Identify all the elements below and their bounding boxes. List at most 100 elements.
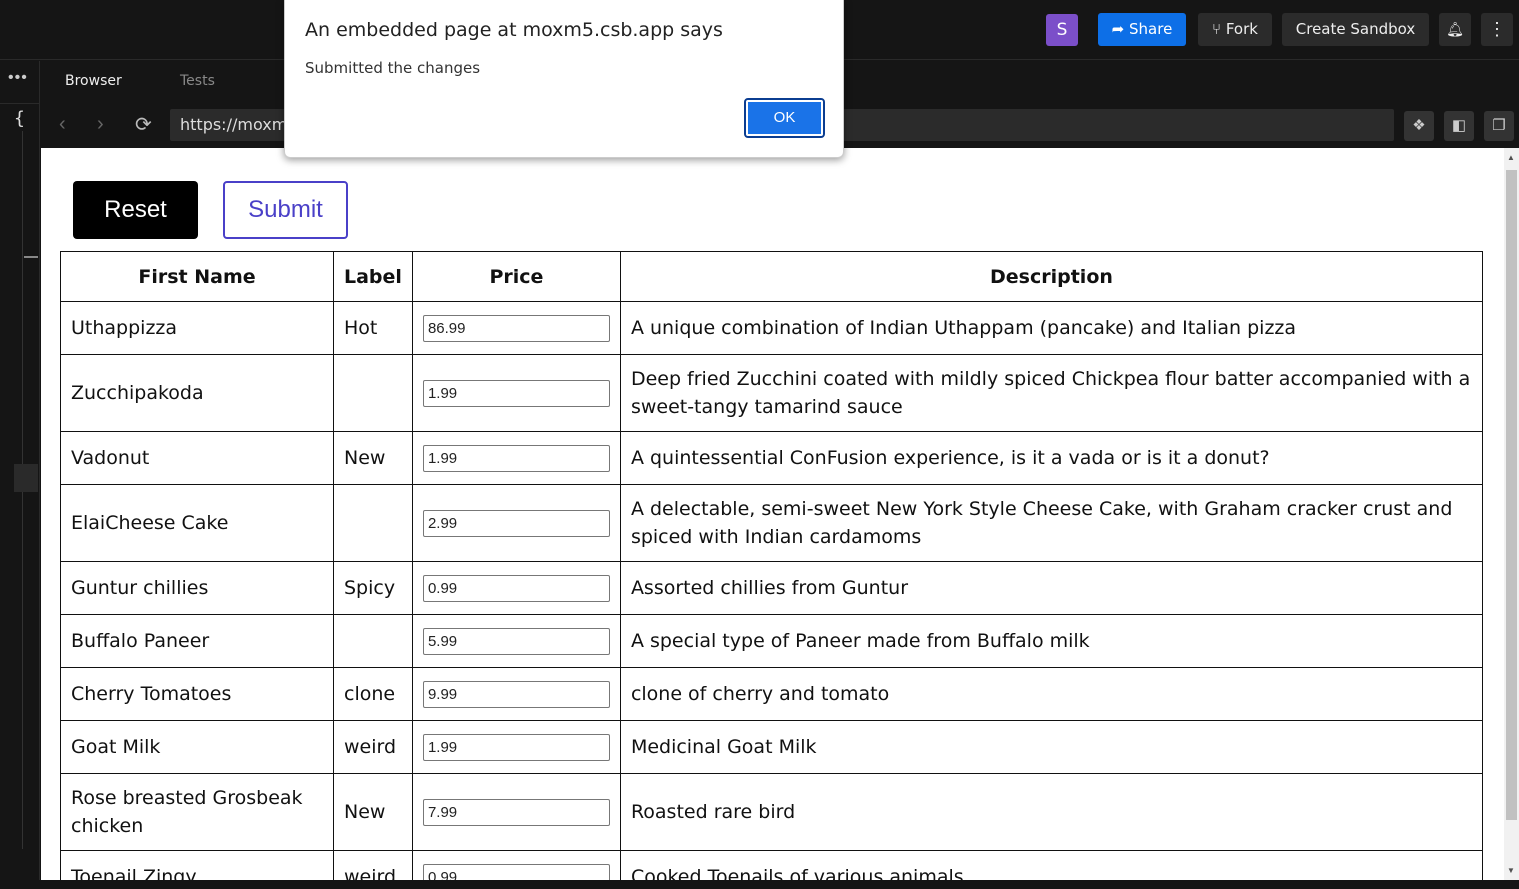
back-icon[interactable]: ‹	[59, 113, 66, 136]
cell-name: Zucchipakoda	[60, 354, 334, 432]
price-input[interactable]	[422, 509, 610, 537]
dialog-title: An embedded page at moxm5.csb.app says	[305, 19, 723, 41]
price-input[interactable]	[422, 733, 610, 761]
forward-icon[interactable]: ›	[97, 113, 104, 136]
cell-description: clone of cherry and tomato	[619, 667, 1484, 721]
bell-icon: 🔔︎	[1446, 21, 1464, 37]
table-row: Zucchipakoda Deep fried Zucchini coated …	[60, 354, 1484, 432]
table-row: Guntur chillies Spicy Assorted chillies …	[60, 561, 1484, 615]
scroll-down-icon[interactable]: ▼	[1507, 866, 1515, 875]
fork-button[interactable]: ⑂ Fork	[1198, 13, 1272, 46]
cell-price	[411, 431, 621, 485]
reset-button[interactable]: Reset	[73, 181, 198, 239]
cell-label: New	[333, 773, 413, 851]
table-header-row: First Name Label Price Description	[60, 251, 1484, 302]
tab-browser[interactable]: Browser	[65, 73, 122, 89]
cell-name: Goat Milk	[60, 720, 334, 774]
more-menu-button[interactable]: ⋮	[1481, 13, 1513, 46]
table-row: Buffalo Paneer A special type of Paneer …	[60, 614, 1484, 668]
table-row: ElaiCheese Cake A delectable, semi-sweet…	[60, 484, 1484, 562]
cell-description: Assorted chillies from Guntur	[619, 561, 1484, 615]
cell-name: Buffalo Paneer	[60, 614, 334, 668]
tab-tests[interactable]: Tests	[180, 73, 215, 89]
split-view-icon[interactable]: ◧	[1444, 111, 1474, 141]
share-icon: ➦	[1111, 20, 1125, 38]
cell-label: weird	[333, 850, 413, 880]
cell-label: clone	[333, 667, 413, 721]
cell-name: Rose breasted Grosbeak chicken	[60, 773, 334, 851]
cell-description: Deep fried Zucchini coated with mildly s…	[619, 354, 1484, 432]
cell-description: Cooked Toenails of various animals	[619, 850, 1484, 880]
notifications-button[interactable]: 🔔︎	[1439, 13, 1471, 46]
cell-price	[411, 484, 621, 562]
create-sandbox-button[interactable]: Create Sandbox	[1282, 13, 1429, 46]
cell-label	[333, 614, 413, 668]
dialog-message: Submitted the changes	[305, 59, 481, 77]
submit-button[interactable]: Submit	[223, 181, 348, 239]
cell-name: Cherry Tomatoes	[60, 667, 334, 721]
cell-name: Toenail Zingy	[60, 850, 334, 880]
cell-description: A delectable, semi-sweet New York Style …	[619, 484, 1484, 562]
table-row: Vadonut New A quintessential ConFusion e…	[60, 431, 1484, 485]
price-input[interactable]	[422, 680, 610, 708]
price-input[interactable]	[422, 444, 610, 472]
cell-price	[411, 667, 621, 721]
table-row: Toenail Zingy weird Cooked Toenails of v…	[60, 850, 1484, 880]
rail-block	[14, 464, 38, 492]
left-rail: ••• {	[0, 61, 40, 889]
user-avatar[interactable]: S	[1046, 14, 1078, 46]
table-row: Rose breasted Grosbeak chicken New Roast…	[60, 773, 1484, 851]
fork-label: Fork	[1225, 20, 1258, 38]
price-input[interactable]	[422, 314, 610, 342]
share-label: Share	[1129, 20, 1173, 38]
cell-description: A unique combination of Indian Uthappam …	[619, 301, 1484, 355]
scrollbar-thumb[interactable]	[1506, 170, 1517, 820]
menu-table: First Name Label Price Description Uthap…	[60, 251, 1484, 880]
share-button[interactable]: ➦ Share	[1098, 13, 1186, 46]
bottom-bar	[0, 880, 1519, 889]
cell-price	[411, 614, 621, 668]
table-row: Uthappizza Hot A unique combination of I…	[60, 301, 1484, 355]
cell-name: Uthappizza	[60, 301, 334, 355]
price-input[interactable]	[422, 798, 610, 826]
cell-name: ElaiCheese Cake	[60, 484, 334, 562]
reload-icon[interactable]: ⟳	[135, 112, 152, 137]
cell-price	[411, 850, 621, 880]
header-first-name: First Name	[60, 251, 334, 302]
cell-description: A quintessential ConFusion experience, i…	[619, 431, 1484, 485]
scroll-up-icon[interactable]: ▲	[1507, 153, 1515, 162]
preview-content: Reset Submit First Name Label Price Desc…	[41, 148, 1504, 880]
rail-marker	[24, 256, 38, 258]
header-label: Label	[333, 251, 413, 302]
cell-label	[333, 354, 413, 432]
cell-label	[333, 484, 413, 562]
price-input[interactable]	[422, 627, 610, 655]
devtools-icon[interactable]: ❖	[1404, 111, 1434, 141]
code-brace-icon[interactable]: {	[14, 108, 25, 129]
header-price: Price	[411, 251, 621, 302]
table-row: Goat Milk weird Medicinal Goat Milk	[60, 720, 1484, 774]
header-description: Description	[619, 251, 1484, 302]
ellipsis-icon[interactable]: •••	[8, 69, 28, 87]
fork-icon: ⑂	[1212, 20, 1222, 38]
cell-description: Roasted rare bird	[619, 773, 1484, 851]
price-input[interactable]	[422, 863, 610, 880]
kebab-icon: ⋮	[1488, 19, 1506, 39]
divider	[0, 103, 40, 104]
alert-dialog: An embedded page at moxm5.csb.app says S…	[284, 0, 844, 158]
ok-button[interactable]: OK	[744, 98, 825, 138]
open-window-icon[interactable]: ❐	[1484, 111, 1514, 141]
cell-price	[411, 354, 621, 432]
price-input[interactable]	[422, 379, 610, 407]
cell-label: New	[333, 431, 413, 485]
cell-description: Medicinal Goat Milk	[619, 720, 1484, 774]
vertical-scrollbar[interactable]: ▲ ▼	[1504, 148, 1519, 880]
table-row: Cherry Tomatoes clone clone of cherry an…	[60, 667, 1484, 721]
cell-price	[411, 773, 621, 851]
price-input[interactable]	[422, 574, 610, 602]
cell-label: weird	[333, 720, 413, 774]
cell-price	[411, 720, 621, 774]
cell-label: Spicy	[333, 561, 413, 615]
cell-name: Vadonut	[60, 431, 334, 485]
cell-description: A special type of Paneer made from Buffa…	[619, 614, 1484, 668]
